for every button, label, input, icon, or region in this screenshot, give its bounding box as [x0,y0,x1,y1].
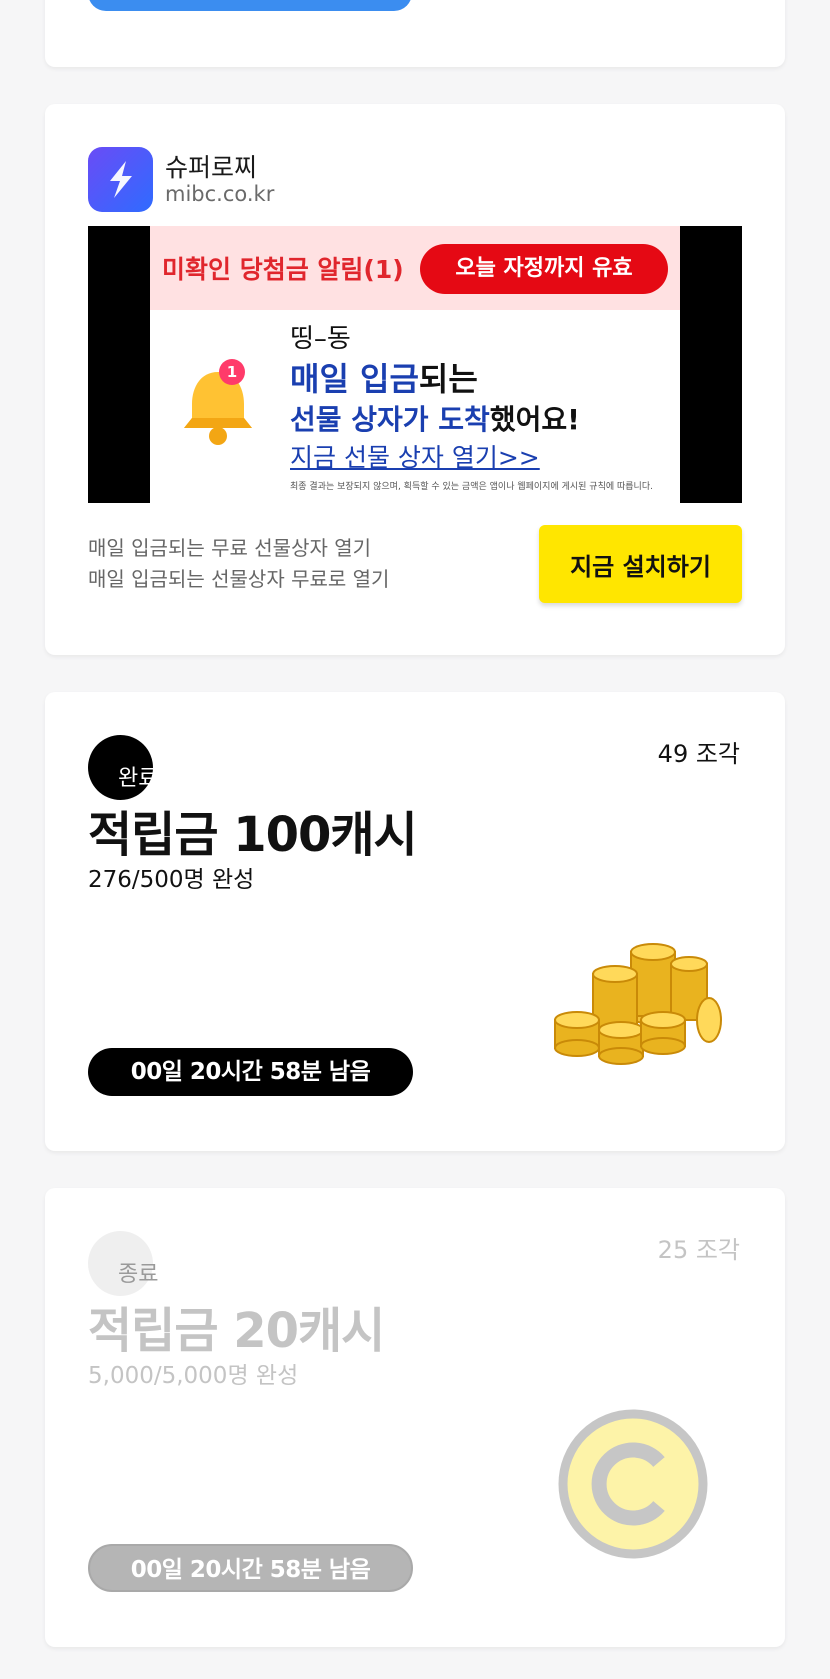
banner-line1: 매일 입금되는 [290,354,478,400]
pieces-count: 49 조각 [657,740,740,768]
banner-dingdong: 띵–동 [290,324,351,354]
pieces-count: 25 조각 [657,1236,740,1264]
previous-card [45,0,785,67]
banner-line2-rest: 했어요! [489,403,580,436]
ad-description-2: 매일 입금되는 선물상자 무료로 열기 [88,567,390,591]
bell-icon: 1 [176,358,260,448]
open-gift-link[interactable]: 지금 선물 상자 열기>> [290,438,540,474]
banner-line1-rest: 되는 [418,360,478,398]
gold-coins-icon [545,902,745,1102]
participants-count: 276/500명 완성 [88,867,255,893]
participants-count: 5,000/5,000명 완성 [88,1363,299,1389]
status-label: 종료 [118,1262,159,1287]
status-label: 완료 [118,766,159,791]
ad-card[interactable]: 슈퍼로찌 mibc.co.kr 미확인 당첨금 알림(1) 오늘 자정까지 유효… [45,104,785,655]
reward-card[interactable]: 완료 49 조각 적립금 100캐시 276/500명 완성 00일 20시간 … [45,692,785,1151]
previous-card-button[interactable] [88,0,412,11]
alert-title: 미확인 당첨금 알림(1) [162,255,404,284]
banner-header: 미확인 당첨금 알림(1) 오늘 자정까지 유효 [150,226,680,310]
banner-line2: 선물 상자가 도착했어요! [290,398,580,438]
ad-banner[interactable]: 미확인 당첨금 알림(1) 오늘 자정까지 유효 1 띵–동 매일 입금되는 선… [88,226,742,503]
time-remaining-pill: 00일 20시간 58분 남음 [88,1048,413,1096]
install-now-button[interactable]: 지금 설치하기 [539,525,742,603]
app-url: mibc.co.kr [165,182,275,206]
time-remaining-pill: 00일 20시간 58분 남음 [88,1544,413,1592]
app-logo-icon [88,147,153,212]
bell-badge-count: 1 [227,363,237,381]
reward-title: 적립금 100캐시 [88,807,418,863]
cash-coin-icon [555,1406,711,1562]
valid-until-pill: 오늘 자정까지 유효 [420,244,668,294]
ad-banner-content: 미확인 당첨금 알림(1) 오늘 자정까지 유효 1 띵–동 매일 입금되는 선… [150,226,680,503]
reward-title: 적립금 20캐시 [88,1303,385,1359]
ad-description-1: 매일 입금되는 무료 선물상자 열기 [88,536,372,560]
banner-disclaimer: 최종 결과는 보장되지 않으며, 획득할 수 있는 금액은 앱이나 웹페이지에 … [290,482,653,492]
app-name: 슈퍼로찌 [165,153,258,182]
banner-line2-highlight: 선물 상자가 도착 [290,403,490,436]
reward-card[interactable]: 종료 25 조각 적립금 20캐시 5,000/5,000명 완성 00일 20… [45,1188,785,1647]
banner-line1-highlight: 매일 입금 [290,360,419,398]
